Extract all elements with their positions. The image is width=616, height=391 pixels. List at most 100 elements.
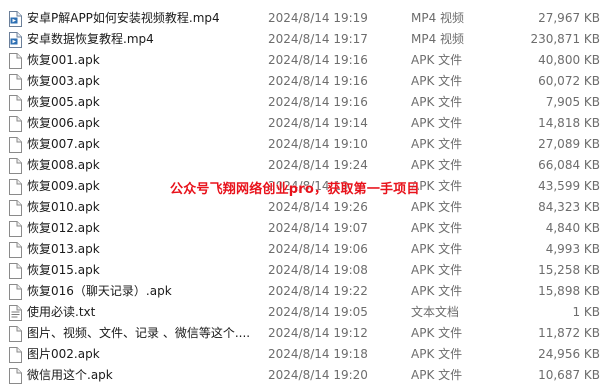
file-size: 11,872 KB xyxy=(538,326,600,340)
file-date-modified: 2024/8/14 19:05 xyxy=(268,305,368,319)
blank-file-icon xyxy=(8,158,22,174)
blank-file-icon xyxy=(8,137,22,153)
file-name[interactable]: 图片002.apk xyxy=(27,344,262,365)
file-name[interactable]: 恢复006.apk xyxy=(27,113,262,134)
file-type: APK 文件 xyxy=(411,242,463,256)
file-size: 15,258 KB xyxy=(538,263,600,277)
file-date-modified: 2024/8/14 19:06 xyxy=(268,242,368,256)
file-type: 文本文档 xyxy=(411,305,460,319)
file-size: 14,818 KB xyxy=(538,116,600,130)
file-row[interactable]: 安卓P解APP如何安装视频教程.mp4 2024/8/14 19:19 MP4 视频… xyxy=(0,8,616,29)
file-date-modified: 2024/8/14 19:12 xyxy=(268,326,368,340)
file-name[interactable]: 恢复012.apk xyxy=(27,218,262,239)
file-date-modified: 2024/8/14 19:17 xyxy=(268,32,368,46)
file-name[interactable]: 恢复005.apk xyxy=(27,92,262,113)
file-row[interactable]: 安卓数据恢复教程.mp4 2024/8/14 19:17 MP4 视频 230,871… xyxy=(0,29,616,50)
file-row[interactable]: 微信用这个.apk 2024/8/14 19:20 APK 文件 10,687 KB xyxy=(0,365,616,386)
file-name[interactable]: 使用必读.txt xyxy=(27,302,262,323)
file-row[interactable]: 恢复006.apk 2024/8/14 19:14 APK 文件 14,818 KB xyxy=(0,113,616,134)
file-name[interactable]: 恢复015.apk xyxy=(27,260,262,281)
file-row[interactable]: 恢复001.apk 2024/8/14 19:16 APK 文件 40,800 KB xyxy=(0,50,616,71)
file-name[interactable]: 恢复007.apk xyxy=(27,134,262,155)
file-size: 66,084 KB xyxy=(538,158,600,172)
blank-file-icon xyxy=(8,242,22,258)
file-row[interactable]: 图片002.apk 2024/8/14 19:18 APK 文件 24,956 KB xyxy=(0,344,616,365)
file-row[interactable]: 图片、视频、文件、记录 、微信等这个.... 2024/8/14 19:12 APK… xyxy=(0,323,616,344)
file-size: 7,905 KB xyxy=(545,95,600,109)
file-size: 1 KB xyxy=(572,305,600,319)
file-size: 15,898 KB xyxy=(538,284,600,298)
file-size: 230,871 KB xyxy=(530,32,600,46)
file-date-modified: 2024/8/14 19:07 xyxy=(268,221,368,235)
text-file-icon xyxy=(8,305,22,321)
blank-file-icon xyxy=(8,200,22,216)
file-date-modified: 2024/8/14 19:24 xyxy=(268,158,368,172)
file-name[interactable]: 图片、视频、文件、记录 、微信等这个.... xyxy=(27,323,262,344)
watermark-text: 公众号飞翔网络创业pro，获取第一手项目 xyxy=(170,182,420,197)
file-size: 4,840 KB xyxy=(545,221,600,235)
file-type: APK 文件 xyxy=(411,284,463,298)
file-row[interactable]: 恢复003.apk 2024/8/14 19:16 APK 文件 60,072 KB xyxy=(0,71,616,92)
file-date-modified: 2024/8/14 19:22 xyxy=(268,284,368,298)
file-date-modified: 2024/8/14 19:10 xyxy=(268,137,368,151)
blank-file-icon xyxy=(8,368,22,384)
blank-file-icon xyxy=(8,95,22,111)
file-type: APK 文件 xyxy=(411,221,463,235)
file-date-modified: 2024/8/14 19:16 xyxy=(268,74,368,88)
file-type: APK 文件 xyxy=(411,53,463,67)
file-type: APK 文件 xyxy=(411,200,463,214)
blank-file-icon xyxy=(8,74,22,90)
file-row[interactable]: 恢复010.apk 2024/8/14 19:26 APK 文件 84,323 KB xyxy=(0,197,616,218)
file-size: 27,089 KB xyxy=(538,137,600,151)
file-row[interactable]: 恢复016（聊天记录）.apk 2024/8/14 19:22 APK 文件 15,8… xyxy=(0,281,616,302)
file-size: 60,072 KB xyxy=(538,74,600,88)
file-type: MP4 视频 xyxy=(411,32,465,46)
file-size: 4,993 KB xyxy=(545,242,600,256)
file-date-modified: 2024/8/14 19:08 xyxy=(268,263,368,277)
file-type: APK 文件 xyxy=(411,158,463,172)
file-type: APK 文件 xyxy=(411,95,463,109)
file-name[interactable]: 恢复013.apk xyxy=(27,239,262,260)
file-size: 10,687 KB xyxy=(538,368,600,382)
file-type: APK 文件 xyxy=(411,263,463,277)
file-type: APK 文件 xyxy=(411,137,463,151)
file-name[interactable]: 恢复001.apk xyxy=(27,50,262,71)
file-date-modified: 2024/8/14 19:18 xyxy=(268,347,368,361)
file-type: APK 文件 xyxy=(411,326,463,340)
blank-file-icon xyxy=(8,263,22,279)
blank-file-icon xyxy=(8,347,22,363)
file-date-modified: 2024/8/14 19:20 xyxy=(268,368,368,382)
blank-file-icon xyxy=(8,221,22,237)
file-row[interactable]: 恢复013.apk 2024/8/14 19:06 APK 文件 4,993 KB xyxy=(0,239,616,260)
file-type: APK 文件 xyxy=(411,116,463,130)
file-name[interactable]: 恢复016（聊天记录）.apk xyxy=(27,281,262,302)
file-type: MP4 视频 xyxy=(411,11,465,25)
file-date-modified: 2024/8/14 19:16 xyxy=(268,95,368,109)
blank-file-icon xyxy=(8,116,22,132)
file-date-modified: 2024/8/14 19:26 xyxy=(268,200,368,214)
file-row[interactable]: 恢复005.apk 2024/8/14 19:16 APK 文件 7,905 KB xyxy=(0,92,616,113)
blank-file-icon xyxy=(8,53,22,69)
file-list: 安卓P解APP如何安装视频教程.mp4 2024/8/14 19:19 MP4 视频… xyxy=(0,8,616,386)
file-size: 24,956 KB xyxy=(538,347,600,361)
file-row[interactable]: 恢复015.apk 2024/8/14 19:08 APK 文件 15,258 KB xyxy=(0,260,616,281)
file-date-modified: 2024/8/14 19:16 xyxy=(268,53,368,67)
file-name[interactable]: 恢复003.apk xyxy=(27,71,262,92)
file-type: APK 文件 xyxy=(411,347,463,361)
file-name[interactable]: 安卓P解APP如何安装视频教程.mp4 xyxy=(27,8,262,29)
blank-file-icon xyxy=(8,326,22,342)
file-row[interactable]: 恢复012.apk 2024/8/14 19:07 APK 文件 4,840 KB xyxy=(0,218,616,239)
file-name[interactable]: 恢复010.apk xyxy=(27,197,262,218)
video-file-icon xyxy=(8,11,22,27)
file-row[interactable]: 恢复008.apk 2024/8/14 19:24 APK 文件 66,084 KB xyxy=(0,155,616,176)
file-size: 40,800 KB xyxy=(538,53,600,67)
file-name[interactable]: 恢复008.apk xyxy=(27,155,262,176)
blank-file-icon xyxy=(8,284,22,300)
file-name[interactable]: 微信用这个.apk xyxy=(27,365,262,386)
file-type: APK 文件 xyxy=(411,368,463,382)
video-file-icon xyxy=(8,32,22,48)
file-date-modified: 2024/8/14 19:19 xyxy=(268,11,368,25)
file-row[interactable]: 恢复007.apk 2024/8/14 19:10 APK 文件 27,089 KB xyxy=(0,134,616,155)
file-row[interactable]: 使用必读.txt 2024/8/14 19:05 文本文档 1 KB xyxy=(0,302,616,323)
file-name[interactable]: 安卓数据恢复教程.mp4 xyxy=(27,29,262,50)
